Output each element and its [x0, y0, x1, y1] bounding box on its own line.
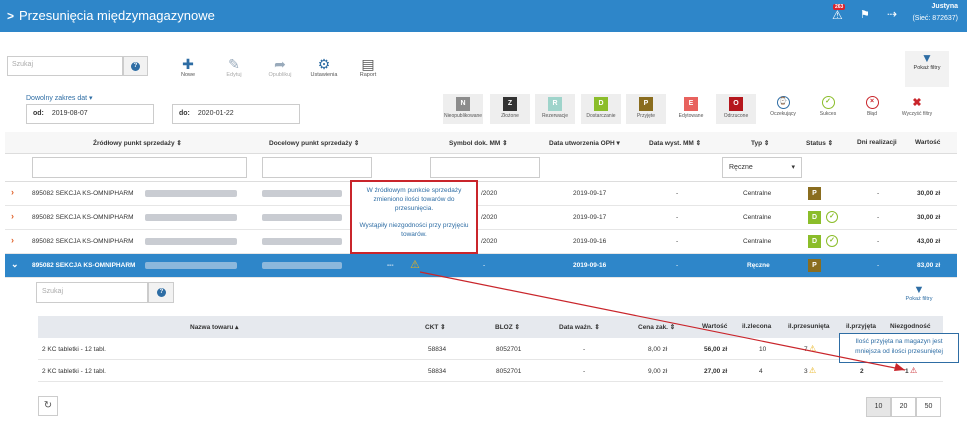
- arrow-head: [894, 363, 905, 371]
- annotation-arrow: [419, 271, 906, 371]
- arrow-line: [419, 271, 906, 371]
